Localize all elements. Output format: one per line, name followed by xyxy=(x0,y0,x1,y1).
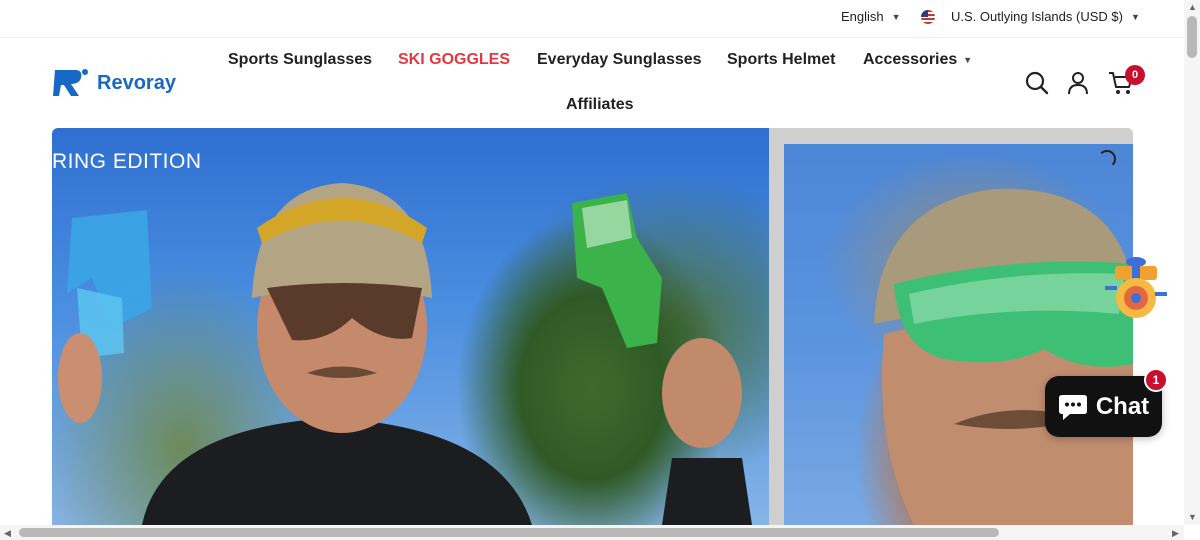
chevron-down-icon: ▼ xyxy=(891,11,901,22)
country-label: U.S. Outlying Islands (USD $) xyxy=(951,9,1123,24)
scroll-right-arrow-icon[interactable]: ▶ xyxy=(1172,528,1179,539)
hero-banner[interactable]: RING EDITION xyxy=(52,128,1133,525)
hero-photo-right-illustration xyxy=(874,188,1133,525)
nav-accessories[interactable]: Accessories ▼ xyxy=(863,51,972,69)
brand-logo[interactable]: Revoray xyxy=(53,68,176,98)
country-selector[interactable]: U.S. Outlying Islands (USD $) ▼ xyxy=(921,9,1140,24)
nav-accessories-label: Accessories xyxy=(863,51,958,68)
logo-mark-icon xyxy=(53,69,88,96)
chat-unread-badge: 1 xyxy=(1144,368,1168,392)
top-utility-bar: English ▼ U.S. Outlying Islands (USD $) … xyxy=(0,0,1184,38)
nav-affiliates[interactable]: Affiliates xyxy=(566,96,634,114)
nav-ski-goggles[interactable]: SKI GOGGLES xyxy=(398,51,510,69)
language-selector[interactable]: English ▼ xyxy=(841,9,901,24)
nav-sports-helmet[interactable]: Sports Helmet xyxy=(727,51,835,69)
horizontal-scrollbar-thumb[interactable] xyxy=(19,528,999,537)
scroll-left-arrow-icon[interactable]: ◀ xyxy=(4,528,11,539)
loading-spinner-icon xyxy=(1098,150,1116,168)
vertical-scrollbar[interactable] xyxy=(1184,0,1200,525)
vertical-scrollbar-thumb[interactable] xyxy=(1187,16,1197,58)
cart-count-badge: 0 xyxy=(1125,65,1145,85)
chat-bubble-icon xyxy=(1058,394,1087,420)
chevron-down-icon: ▼ xyxy=(963,55,973,65)
us-flag-icon xyxy=(921,9,935,24)
language-label: English xyxy=(841,9,884,24)
search-icon[interactable] xyxy=(1025,71,1049,95)
logo-text: Revoray xyxy=(97,71,176,94)
hero-photo-left-illustration xyxy=(58,183,752,525)
hero-caption: RING EDITION xyxy=(52,150,202,173)
chevron-down-icon: ▼ xyxy=(1130,11,1140,22)
nav-everyday-sunglasses[interactable]: Everyday Sunglasses xyxy=(537,51,702,69)
gift-box-icon[interactable] xyxy=(1105,256,1167,322)
scroll-up-arrow-icon[interactable]: ▲ xyxy=(1188,2,1197,12)
chat-label: Chat xyxy=(1095,392,1150,420)
scroll-down-arrow-icon[interactable]: ▼ xyxy=(1188,512,1197,522)
nav-sports-sunglasses[interactable]: Sports Sunglasses xyxy=(228,51,372,69)
account-icon[interactable] xyxy=(1066,71,1090,95)
